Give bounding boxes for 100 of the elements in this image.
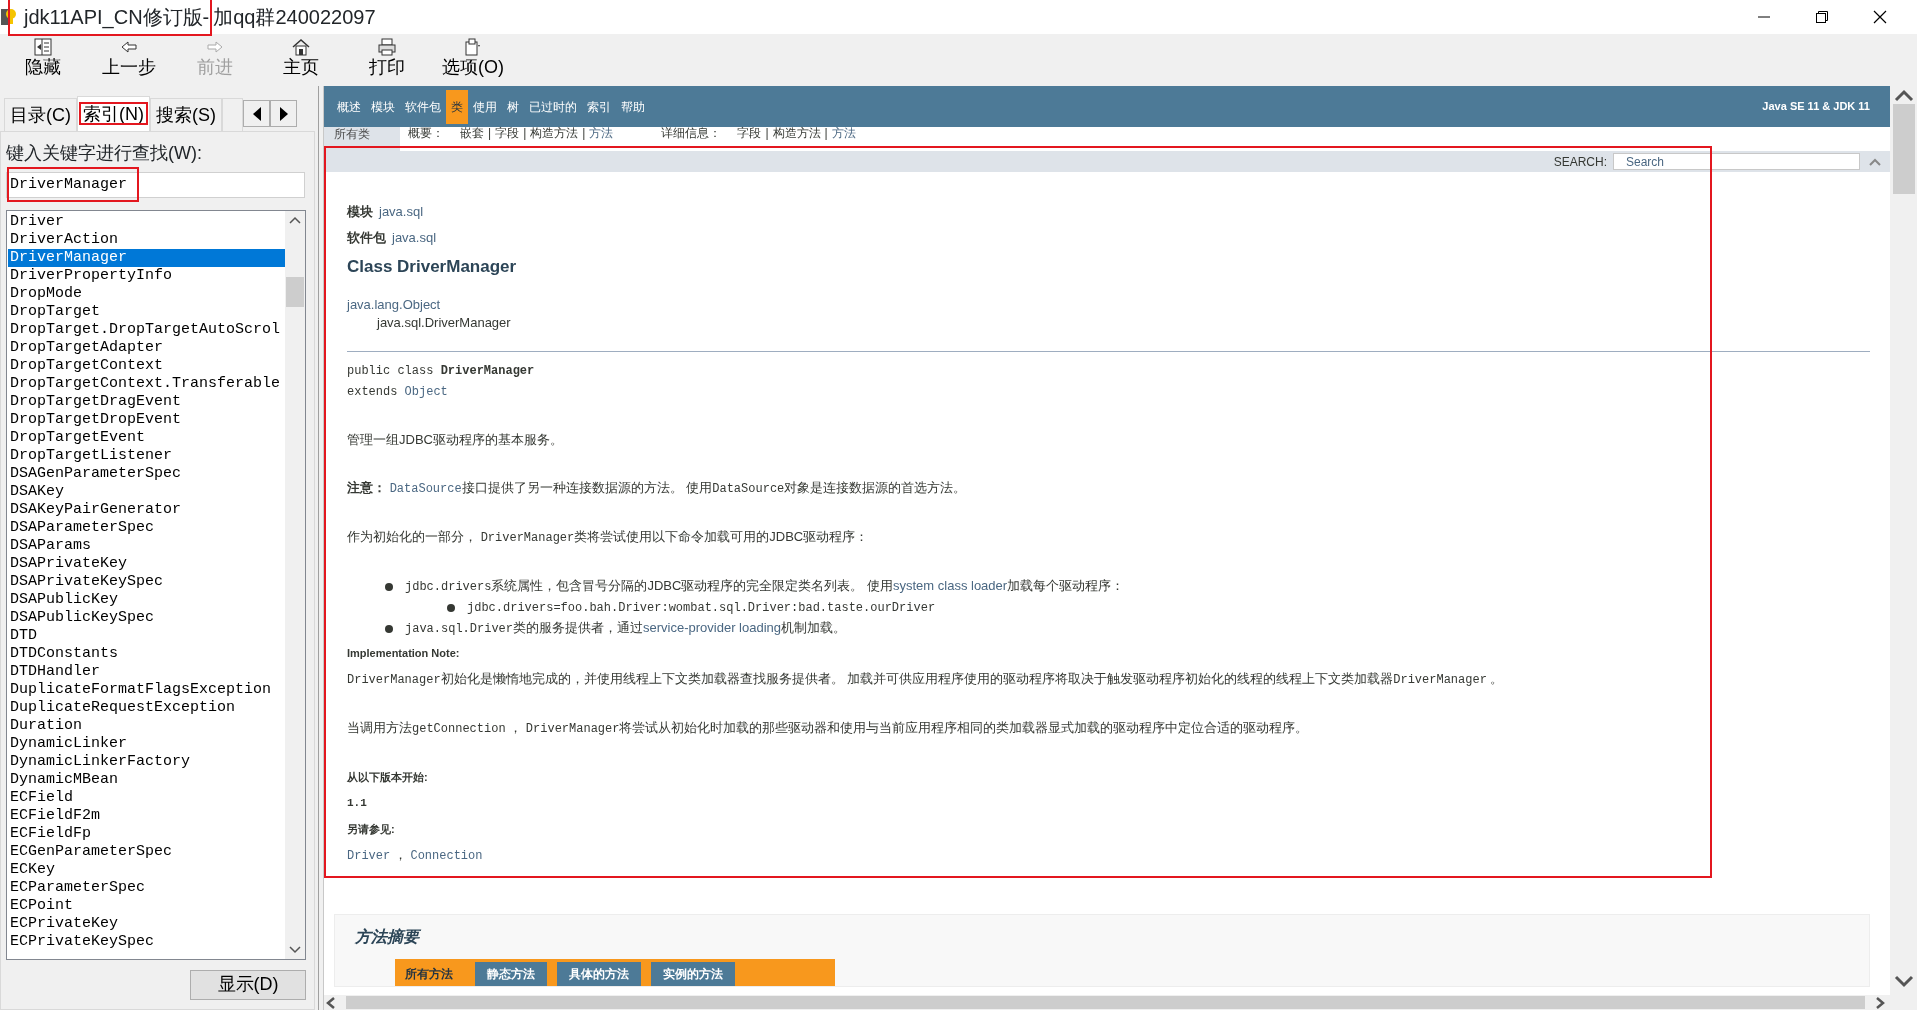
- pane-icon: [33, 37, 53, 57]
- list-item[interactable]: DSAParameterSpec: [8, 518, 285, 537]
- list-item[interactable]: ECFieldF2m: [8, 806, 285, 825]
- list-item[interactable]: DSAKey: [8, 482, 285, 501]
- bullet-icon: [447, 603, 455, 612]
- list-item[interactable]: DynamicMBean: [8, 770, 285, 789]
- link[interactable]: service-provider loading: [643, 620, 782, 635]
- list-item[interactable]: DropTargetEvent: [8, 428, 285, 447]
- link[interactable]: java.sql: [379, 202, 424, 222]
- list-item[interactable]: DropTargetContext: [8, 356, 285, 375]
- tab[interactable]: 实例的方法: [651, 962, 735, 986]
- list-item[interactable]: DriverPropertyInfo: [8, 266, 285, 285]
- nav-link[interactable]: 概述: [332, 89, 366, 124]
- scroll-left-button[interactable]: [243, 100, 270, 127]
- left-triangle-icon: [251, 106, 262, 121]
- nav-link[interactable]: 树: [502, 89, 524, 124]
- list-item[interactable]: DSAParams: [8, 536, 285, 555]
- reset-icon[interactable]: [1868, 156, 1882, 167]
- toolbar-button[interactable]: 选项(O): [430, 34, 516, 86]
- tab[interactable]: 具体的方法: [557, 962, 641, 986]
- version-label: Java SE 11 & JDK 11: [1762, 99, 1871, 115]
- list-item[interactable]: ECGenParameterSpec: [8, 842, 285, 861]
- link[interactable]: java.lang.Object: [347, 296, 1870, 314]
- list-item[interactable]: ECPrivateKey: [8, 914, 285, 933]
- list-item[interactable]: DSAPrivateKey: [8, 554, 285, 573]
- list-item[interactable]: DropTargetListener: [8, 446, 285, 465]
- code-line: public class DriverManager: [347, 363, 536, 380]
- scrollbar-thumb[interactable]: [1892, 104, 1915, 194]
- paragraph: 管理一组JDBC驱动程序的基本服务。: [347, 431, 564, 449]
- display-button[interactable]: 显示(D): [190, 969, 306, 1000]
- list-item[interactable]: Driver: [8, 212, 285, 231]
- list-item[interactable]: DropTargetDropEvent: [8, 410, 285, 429]
- list-item[interactable]: DTDHandler: [8, 662, 285, 681]
- list-item[interactable]: DriverAction: [8, 230, 285, 249]
- paragraph: 作为初始化的一部分， DriverManager类将尝试使用以下命令加载可用的JDBC驱动程序：: [347, 528, 870, 547]
- list-item[interactable]: DropTargetContext.Transferable: [8, 374, 285, 393]
- paragraph: 注意： DataSource接口提供了另一种连接数据源的方法。 使用DataSource对象是连接数据源的首选方法。: [347, 479, 968, 498]
- nav-link[interactable]: 类: [446, 89, 468, 124]
- list-item[interactable]: DropTarget.DropTargetAutoScrol: [8, 320, 285, 339]
- tab[interactable]: 搜索(S): [150, 98, 222, 131]
- list-item[interactable]: Duration: [8, 716, 285, 735]
- section-title: 方法摘要: [355, 927, 422, 947]
- link[interactable]: Object: [404, 385, 448, 399]
- tab[interactable]: 静态方法: [475, 962, 547, 986]
- list-item[interactable]: DSAPublicKey: [8, 590, 285, 609]
- list-item[interactable]: DTDConstants: [8, 644, 285, 663]
- list-item[interactable]: ECPrivateKeySpec: [8, 932, 285, 951]
- list-item[interactable]: DuplicateFormatFlagsException: [8, 680, 285, 699]
- nav-link[interactable]: 模块: [366, 89, 400, 124]
- restore-icon: [1816, 11, 1828, 23]
- list-item[interactable]: DynamicLinker: [8, 734, 285, 753]
- list-item[interactable]: DropTargetAdapter: [8, 338, 285, 357]
- window-title: 加qq群240022097: [212, 5, 377, 30]
- nav-link[interactable]: 已过时的: [524, 89, 582, 124]
- section-label: 另请参见:: [347, 822, 396, 837]
- list-item[interactable]: DropMode: [8, 284, 285, 303]
- list-item[interactable]: DSAPrivateKeySpec: [8, 572, 285, 591]
- link[interactable]: Driver: [347, 849, 391, 863]
- list-item[interactable]: ECFieldFp: [8, 824, 285, 843]
- printer-icon: [377, 37, 397, 57]
- list-item[interactable]: ECParameterSpec: [8, 878, 285, 897]
- nav-link[interactable]: 软件包: [400, 89, 446, 124]
- scrollbar-thumb[interactable]: [286, 276, 304, 307]
- all-classes-link[interactable]: 所有类: [324, 127, 400, 172]
- toolbar-button[interactable]: 打印: [344, 34, 430, 86]
- scrollbar-thumb[interactable]: [346, 996, 1865, 1009]
- list-item[interactable]: DSAPublicKeySpec: [8, 608, 285, 627]
- list-item[interactable]: ECField: [8, 788, 285, 807]
- list-item-text: java.sql.Driver类的服务提供者，通过service-provider loading机制加载。: [405, 619, 847, 638]
- toolbar-button[interactable]: 主页: [258, 34, 344, 86]
- section-label: Implementation Note:: [347, 646, 461, 661]
- list-item[interactable]: DuplicateRequestException: [8, 698, 285, 717]
- link[interactable]: DataSource: [389, 482, 462, 496]
- toolbar-button[interactable]: 隐藏: [0, 34, 86, 86]
- link[interactable]: java.sql: [392, 228, 437, 248]
- tab[interactable]: 目录(C): [4, 98, 77, 131]
- tab[interactable]: 索引(N): [77, 96, 150, 131]
- list-item[interactable]: DropTargetDragEvent: [8, 392, 285, 411]
- keyword-field[interactable]: DriverManager: [6, 171, 305, 198]
- class-name: java.sql.DriverManager: [377, 315, 511, 330]
- list-item[interactable]: DynamicLinkerFactory: [8, 752, 285, 771]
- list-item[interactable]: ECKey: [8, 860, 285, 879]
- list-item[interactable]: DropTarget: [8, 302, 285, 321]
- list-item[interactable]: DriverManager: [8, 248, 285, 267]
- house-icon: [291, 37, 311, 57]
- search-field[interactable]: Search: [1613, 153, 1860, 170]
- list-item[interactable]: ECPoint: [8, 896, 285, 915]
- nav-link[interactable]: 使用: [468, 89, 502, 124]
- toolbar-button[interactable]: 上一步: [86, 34, 172, 86]
- scroll-right-button[interactable]: [270, 100, 297, 127]
- nav-link[interactable]: 帮助: [616, 89, 650, 124]
- right-triangle-icon: [278, 106, 289, 121]
- link[interactable]: system class loader: [893, 578, 1008, 593]
- link[interactable]: Connection: [410, 849, 483, 863]
- close-icon: [1873, 10, 1887, 24]
- paragraph: 当调用方法getConnection ， DriverManager将尝试从初始化时加载的那些驱动器和使用与当前应用程序相同的类加载器显式加载的驱动程序中定位合适的驱动程序。: [347, 719, 1310, 738]
- list-item[interactable]: DTD: [8, 626, 285, 645]
- list-item[interactable]: DSAGenParameterSpec: [8, 464, 285, 483]
- list-item[interactable]: DSAKeyPairGenerator: [8, 500, 285, 519]
- nav-link[interactable]: 索引: [582, 89, 616, 124]
